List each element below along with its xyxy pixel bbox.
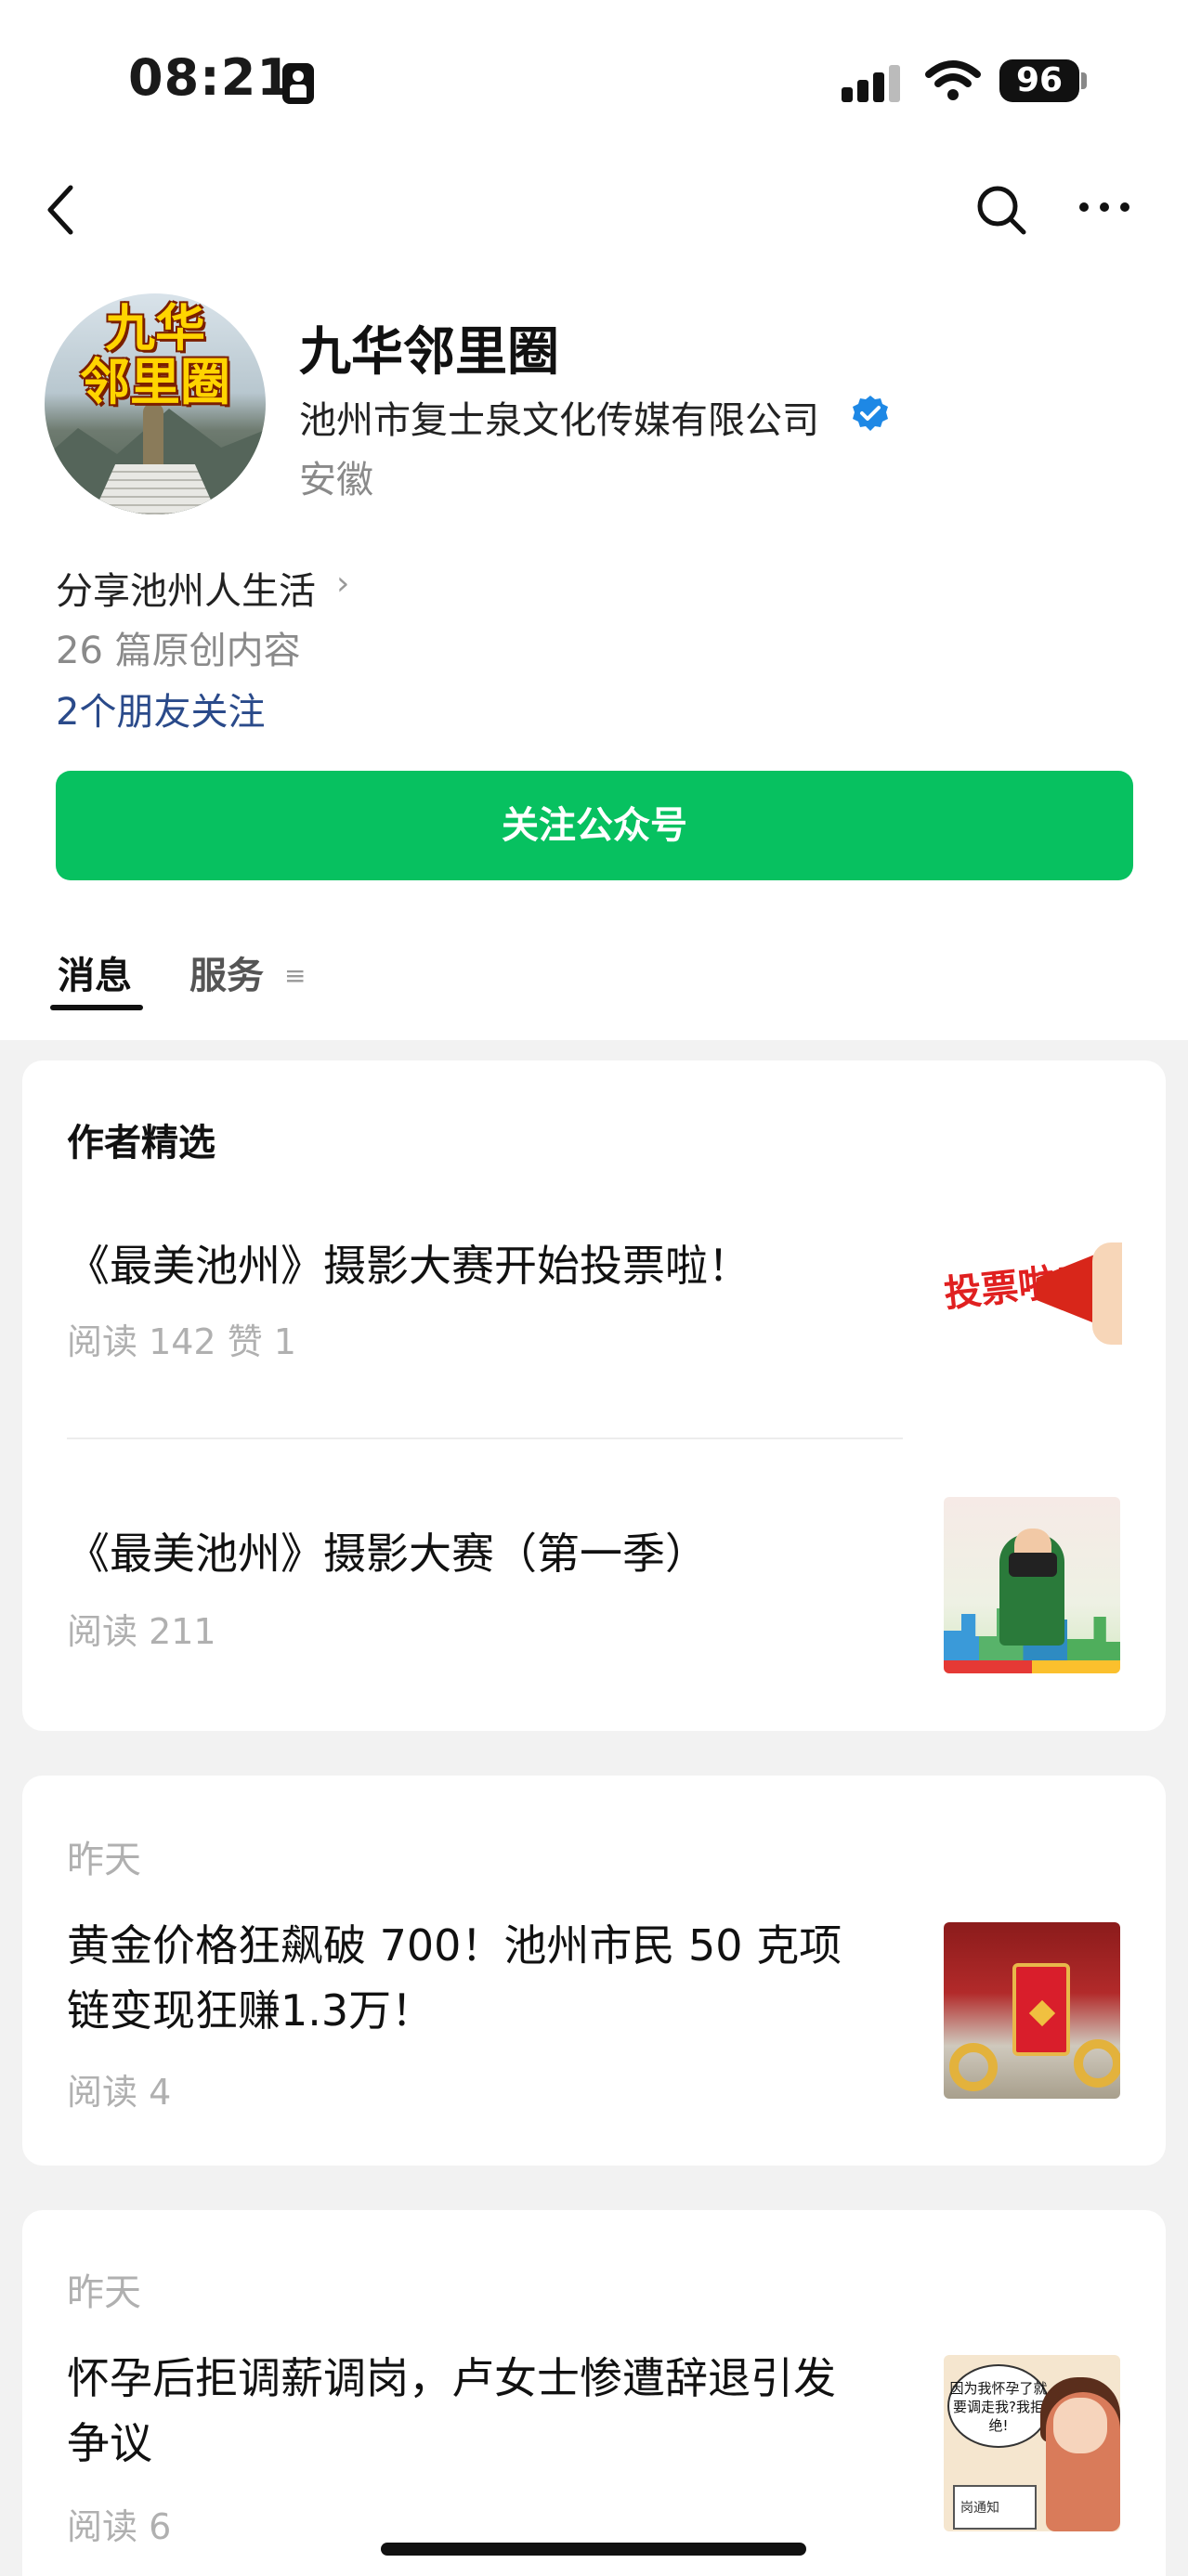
message-date: 昨天: [67, 1839, 141, 1881]
thumbnail-paper-text: 岗通知: [953, 2485, 1037, 2530]
article-thumbnail[interactable]: [944, 1497, 1120, 1673]
menu-lines-icon[interactable]: ≡: [284, 960, 306, 991]
article-meta: 阅读 6: [67, 2506, 172, 2547]
status-time: 08:21: [128, 48, 293, 107]
avatar-logo-text-1: 九华: [105, 299, 205, 358]
article-title-line-2[interactable]: 争议: [67, 2413, 152, 2474]
avatar-logo-text-2: 邻里圈: [80, 353, 230, 411]
account-region: 安徽: [299, 459, 373, 501]
original-content-count[interactable]: 26 篇原创内容: [56, 620, 301, 674]
article-meta: 阅读 142 赞 1: [67, 1321, 296, 1362]
search-icon[interactable]: [975, 182, 1027, 238]
account-name: 九华邻里圈: [299, 322, 559, 383]
article-title-line-2[interactable]: 链变现狂赚1.3万！: [67, 1980, 434, 2041]
featured-section-title: 作者精选: [67, 1122, 215, 1164]
article-title[interactable]: 《最美池州》摄影大赛（第一季）: [67, 1523, 708, 1584]
account-intro[interactable]: 分享池州人生活: [56, 561, 316, 615]
more-options-icon[interactable]: [1077, 197, 1133, 215]
article-meta: 阅读 211: [67, 1611, 216, 1652]
verified-badge-icon: [853, 396, 888, 431]
message-date: 昨天: [67, 2271, 141, 2314]
article-thumbnail[interactable]: [944, 1922, 1120, 2099]
article-meta: 阅读 4: [67, 2072, 172, 2113]
divider: [67, 1438, 903, 1439]
article-title-line-1[interactable]: 怀孕后拒调薪调岗，卢女士惨遭辞退引发: [67, 2348, 836, 2409]
back-chevron-icon[interactable]: [43, 182, 80, 238]
cellular-signal-icon: [842, 65, 901, 102]
home-indicator[interactable]: [381, 2543, 806, 2556]
account-company[interactable]: 池州市复士泉文化传媒有限公司: [299, 390, 819, 444]
chevron-right-icon[interactable]: ›: [336, 565, 349, 603]
wifi-icon: [925, 60, 981, 100]
article-title-line-1[interactable]: 黄金价格狂飙破 700！池州市民 50 克项: [67, 1915, 842, 1976]
avatar[interactable]: 九华 邻里圈: [45, 293, 266, 514]
sim-card-icon: [282, 63, 314, 104]
active-tab-indicator: [50, 1005, 143, 1010]
tab-services[interactable]: 服务: [189, 945, 264, 999]
tab-messages[interactable]: 消息: [58, 945, 132, 999]
friends-following-link[interactable]: 2个朋友关注: [56, 682, 265, 735]
battery-indicator: 96: [999, 59, 1079, 102]
follow-account-button[interactable]: 关注公众号: [56, 771, 1133, 880]
article-title[interactable]: 《最美池州》摄影大赛开始投票啦！: [67, 1235, 751, 1296]
article-thumbnail[interactable]: 因为我怀孕了就要调走我?我拒绝! 岗通知: [944, 2355, 1120, 2531]
thumbnail-speech-bubble: 因为我怀孕了就要调走我?我拒绝!: [947, 2364, 1050, 2448]
article-thumbnail[interactable]: 投票啦!: [944, 1215, 1122, 1374]
battery-tip: [1081, 72, 1087, 89]
